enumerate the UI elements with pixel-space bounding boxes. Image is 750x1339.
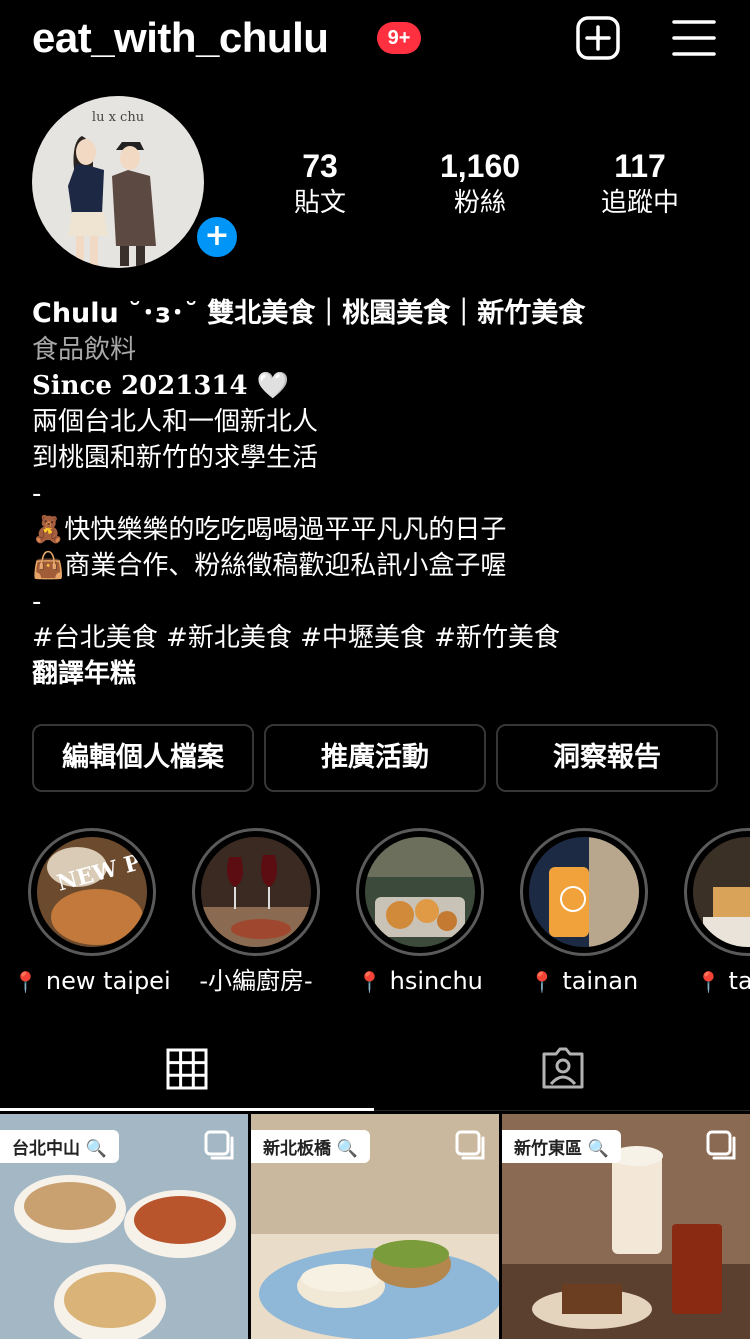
hamburger-menu-icon xyxy=(672,20,716,56)
avatar-illustration xyxy=(68,136,156,266)
highlight-partial[interactable]: 📍 ta xyxy=(666,828,750,997)
highlight-cover xyxy=(201,837,311,947)
bio-line: 到桃園和新竹的求學生活 xyxy=(32,443,319,473)
pin-icon: 📍 xyxy=(13,970,39,994)
tab-posts-grid[interactable] xyxy=(0,1030,374,1112)
pin-icon: 📍 xyxy=(357,970,383,994)
pin-icon: 📍 xyxy=(696,970,721,994)
following-count: 117 xyxy=(614,148,666,184)
highlight-hsinchu[interactable]: 📍 hsinchu xyxy=(338,828,502,997)
profile-header: eat_with_chulu 9+ xyxy=(0,0,750,80)
post-location-tag: 新竹東區 🔍 xyxy=(502,1130,622,1163)
highlight-label-text: ta xyxy=(728,967,750,995)
plus-square-icon xyxy=(576,16,620,60)
profile-tabs xyxy=(0,1030,750,1114)
profile-bio: Chulu ˘･з･˘ 雙北美食｜桃園美食｜新竹美食 食品飲料 Since 20… xyxy=(32,296,732,692)
translate-link[interactable]: 翻譯年糕 xyxy=(32,656,732,692)
menu-button[interactable] xyxy=(672,18,716,58)
highlight-new-taipei[interactable]: NEW POST 📍 new taipei xyxy=(10,828,174,997)
posts-count: 73 xyxy=(302,148,338,184)
multi-photo-icon xyxy=(706,1130,736,1160)
highlight-cover xyxy=(365,837,475,947)
highlight-ring xyxy=(356,828,484,956)
highlight-label: 📍 tainan xyxy=(502,966,666,997)
bio-line: 🧸快快樂樂的吃吃喝喝過平平凡凡的日子 xyxy=(32,515,507,545)
bio-line: 兩個台北人和一個新北人 xyxy=(32,407,319,437)
story-highlights: NEW POST 📍 new taipei -小編廚房- 📍 hsinchu 📍… xyxy=(0,828,750,998)
highlight-label-text: tainan xyxy=(562,967,639,995)
highlight-label: 📍 hsinchu xyxy=(338,966,502,997)
multi-photo-icon xyxy=(204,1130,234,1160)
highlight-cover xyxy=(529,837,639,947)
notification-badge[interactable]: 9+ xyxy=(377,22,421,54)
posts-label: 貼文 xyxy=(293,188,346,218)
followers-count: 1,160 xyxy=(439,148,521,184)
highlight-cover xyxy=(693,837,750,947)
category-label: 食品飲料 xyxy=(32,335,137,365)
post-location-tag: 新北板橋 🔍 xyxy=(251,1130,371,1163)
pin-icon: 📍 xyxy=(529,970,555,994)
multi-photo-icon xyxy=(455,1130,485,1160)
following-label: 追蹤中 xyxy=(600,188,679,218)
profile-avatar-wrap[interactable]: lu x chu + xyxy=(32,96,242,268)
posts-grid: 台北中山 🔍 新北板橋 🔍 新竹東區 🔍 xyxy=(0,1114,750,1339)
profile-stats: 73 貼文 1,160 粉絲 117 追蹤中 xyxy=(240,148,720,228)
followers-stat[interactable]: 1,160 粉絲 xyxy=(400,148,560,220)
bio-since-line: Since 2021314 🤍 xyxy=(32,371,290,401)
edit-profile-button[interactable]: 編輯個人檔案 xyxy=(32,724,254,792)
highlight-kitchen[interactable]: -小編廚房- xyxy=(174,828,338,997)
following-stat[interactable]: 117 追蹤中 xyxy=(560,148,720,220)
highlight-label-text: new taipei xyxy=(45,967,171,995)
tagged-person-icon xyxy=(542,1047,584,1089)
bio-hashtags[interactable]: #台北美食 #新北美食 #中壢美食 #新竹美食 xyxy=(32,620,732,656)
promotions-button[interactable]: 推廣活動 xyxy=(264,724,486,792)
bio-line: 👜商業合作、粉絲徵稿歡迎私訊小盒子喔 xyxy=(32,551,507,581)
grid-icon xyxy=(166,1048,208,1090)
bio-line: - xyxy=(32,479,42,509)
highlight-label: 📍 new taipei xyxy=(10,966,174,997)
highlight-label: 📍 ta xyxy=(666,966,750,997)
highlight-label: -小編廚房- xyxy=(174,966,338,997)
post-tile[interactable]: 新竹東區 🔍 xyxy=(502,1114,750,1339)
tab-tagged[interactable] xyxy=(376,1030,750,1112)
tab-divider xyxy=(374,1110,750,1111)
profile-actions: 編輯個人檔案 推廣活動 洞察報告 xyxy=(32,724,718,792)
avatar[interactable]: lu x chu xyxy=(32,96,204,268)
post-tile[interactable]: 台北中山 🔍 xyxy=(0,1114,248,1339)
highlight-label-text: -小編廚房- xyxy=(199,967,313,995)
highlight-ring xyxy=(192,828,320,956)
post-tile[interactable]: 新北板橋 🔍 xyxy=(251,1114,499,1339)
username-title[interactable]: eat_with_chulu xyxy=(32,12,329,64)
posts-stat[interactable]: 73 貼文 xyxy=(240,148,400,220)
display-name: Chulu ˘･з･˘ 雙北美食｜桃園美食｜新竹美食 xyxy=(32,298,586,329)
insights-button[interactable]: 洞察報告 xyxy=(496,724,718,792)
highlight-label-text: hsinchu xyxy=(389,967,483,995)
add-story-plus-icon[interactable]: + xyxy=(192,212,242,262)
highlight-ring xyxy=(684,828,750,956)
highlight-tainan[interactable]: 📍 tainan xyxy=(502,828,666,997)
active-tab-indicator xyxy=(0,1108,374,1111)
highlight-ring xyxy=(520,828,648,956)
post-location-tag: 台北中山 🔍 xyxy=(0,1130,120,1163)
highlight-cover: NEW POST xyxy=(37,837,147,947)
highlight-ring: NEW POST xyxy=(28,828,156,956)
followers-label: 粉絲 xyxy=(453,188,506,218)
bio-line: - xyxy=(32,587,42,617)
create-post-button[interactable] xyxy=(576,16,620,60)
